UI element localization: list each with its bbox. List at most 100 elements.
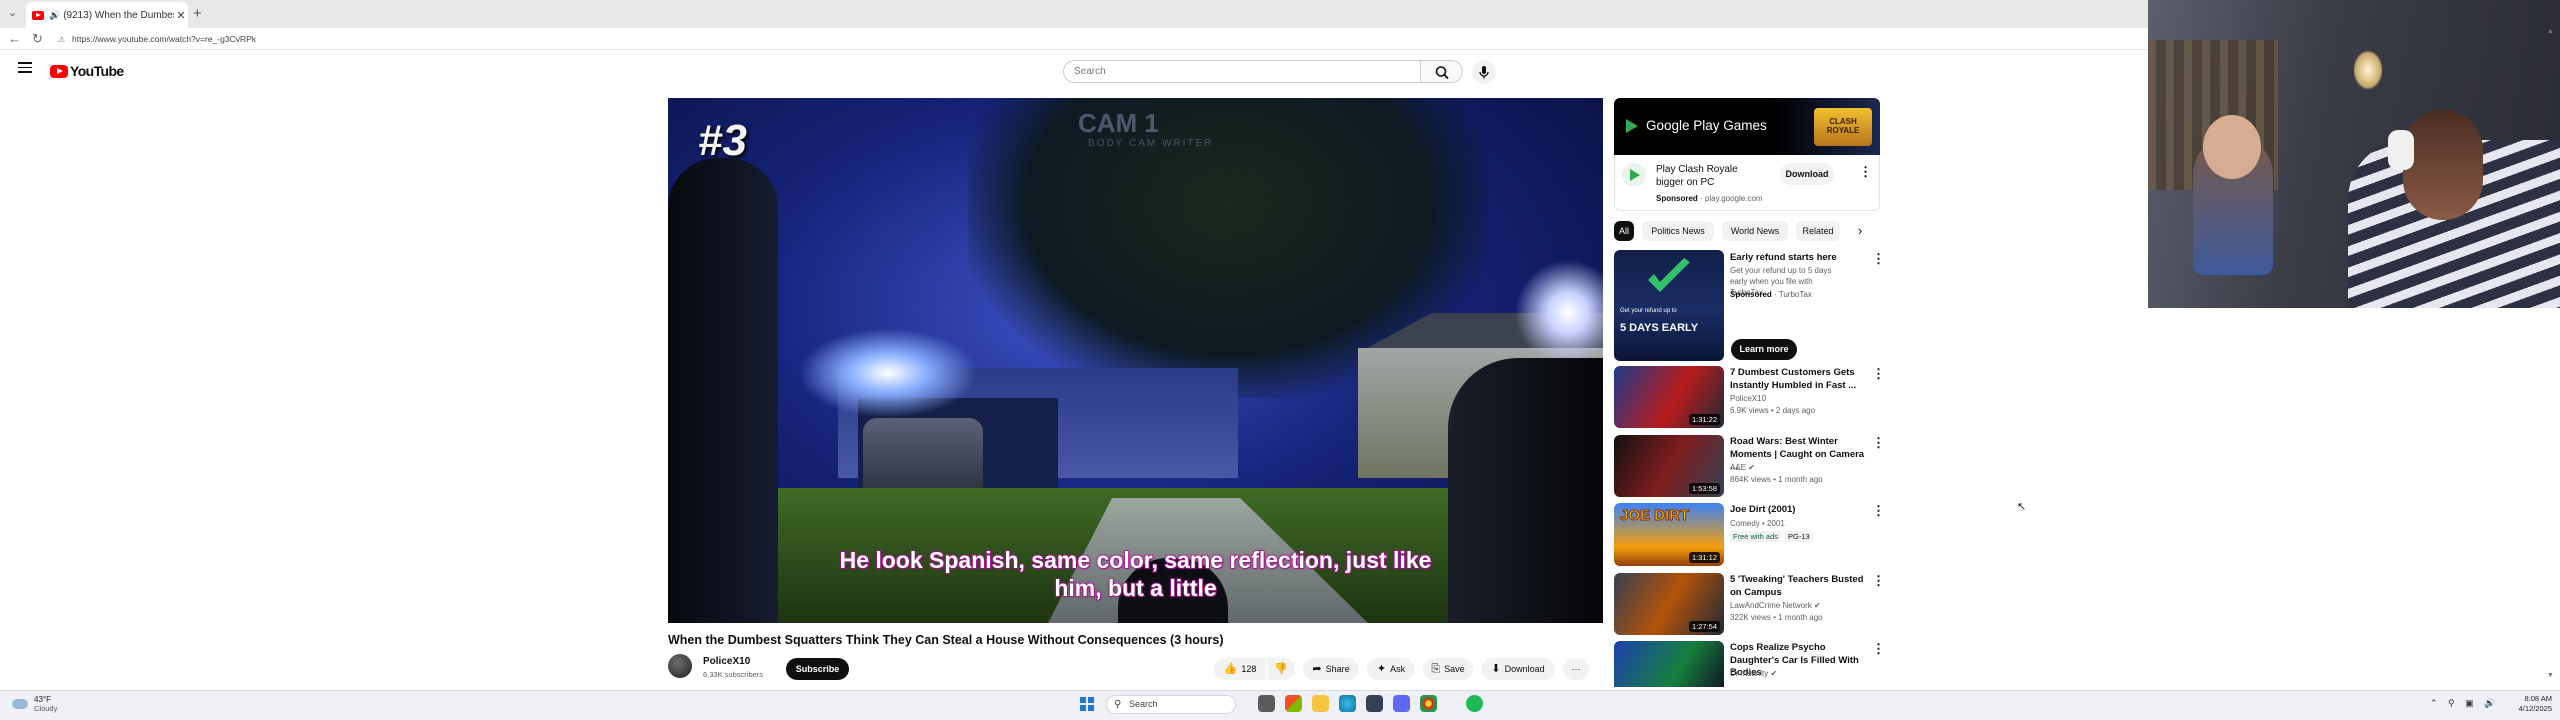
like-button[interactable]: 👍 128: [1214, 658, 1266, 680]
chevron-right-icon[interactable]: ›: [1858, 223, 1862, 238]
download-button[interactable]: ⬇ Download: [1481, 658, 1555, 680]
kebab-icon[interactable]: ⋮: [1859, 165, 1872, 178]
subscribe-button[interactable]: Subscribe: [786, 658, 849, 680]
spotify-icon[interactable]: [1466, 695, 1483, 712]
share-button[interactable]: ➦ Share: [1303, 658, 1359, 680]
kebab-icon[interactable]: ⋮: [1872, 367, 1885, 380]
channel-name[interactable]: PoliceX10: [703, 656, 750, 667]
discord-icon[interactable]: [1393, 695, 1410, 712]
recommended-video-title[interactable]: Joe Dirt (2001): [1730, 504, 1870, 517]
speaker-icon: 🔊: [49, 9, 61, 20]
ad-advertiser-icon: [1622, 163, 1646, 187]
joe-dirt-thumb-text: JOE DIRT: [1619, 507, 1690, 525]
promo-thumbnail[interactable]: Get your refund up to 5 DAYS EARLY: [1614, 250, 1724, 361]
video-duration: 1:31:12: [1688, 552, 1720, 563]
tab-title: (9213) When the Dumbest S...: [63, 9, 174, 21]
ask-button[interactable]: ✦ Ask: [1367, 658, 1415, 680]
search-button[interactable]: [1421, 60, 1463, 83]
ad-download-button[interactable]: Download: [1780, 163, 1834, 185]
recommended-video-channel[interactable]: A&E ✔: [1730, 462, 1755, 473]
kebab-icon[interactable]: ⋮: [1872, 436, 1885, 449]
url-field[interactable]: ⚠ https://www.youtube.com/watch?v=re_-g3…: [56, 32, 2136, 47]
search-icon: ⚲: [1114, 699, 1122, 710]
more-icon: ⋯: [1571, 664, 1581, 674]
site-info-icon[interactable]: ⚠: [58, 32, 65, 47]
caption-line-1: He look Spanish, same color, same reflec…: [839, 546, 1432, 573]
recommended-video-channel[interactable]: PoliceX10: [1730, 393, 1766, 404]
menu-icon[interactable]: [18, 62, 32, 73]
download-label: Download: [1504, 664, 1545, 674]
new-tab-button[interactable]: +: [193, 5, 202, 22]
back-arrow-icon[interactable]: ←: [8, 31, 21, 46]
ad-banner[interactable]: Google Play Games CLASH ROYALE: [1614, 98, 1880, 155]
task-view-icon[interactable]: [1258, 695, 1275, 712]
search-icon: [1435, 66, 1449, 80]
scrollbar-down-arrow[interactable]: ▼: [2547, 672, 2554, 679]
channel-avatar[interactable]: [668, 654, 692, 678]
video-thumbnail[interactable]: JOE DIRT 1:31:12: [1614, 503, 1724, 566]
learn-more-button[interactable]: Learn more: [1731, 339, 1797, 360]
chip-all[interactable]: All: [1614, 221, 1634, 241]
windows-taskbar: [0, 690, 2560, 720]
video-thumbnail[interactable]: 1:27:54: [1614, 573, 1724, 635]
chip-related[interactable]: Related: [1796, 221, 1840, 241]
promo-thumb-text-1: Get your refund up to: [1620, 308, 1677, 314]
ad-title[interactable]: Play Clash Royale bigger on PC: [1656, 163, 1748, 189]
caption-line-2: him, but a little: [1054, 574, 1218, 601]
turbotax-check-icon: [1648, 258, 1690, 292]
scrollbar-up-arrow[interactable]: ▲: [2547, 28, 2554, 35]
taskbar-search[interactable]: ⚲ Search: [1106, 695, 1236, 714]
video-caption: He look Spanish, same color, same reflec…: [668, 546, 1603, 602]
recommended-video-channel[interactable]: Dr Insanity ✔: [1730, 668, 1777, 679]
windows-start-icon[interactable]: [1080, 697, 1094, 711]
file-explorer-icon[interactable]: [1312, 695, 1329, 712]
chip-politics-news[interactable]: Politics News: [1642, 221, 1714, 241]
search-input[interactable]: Search: [1063, 60, 1421, 83]
chip-world-news[interactable]: World News: [1722, 221, 1788, 241]
kebab-icon[interactable]: ⋮: [1872, 252, 1885, 265]
browser-tab-strip: ⌄ 🔊 (9213) When the Dumbest S... ✕ +: [0, 0, 2148, 28]
video-player[interactable]: CAM 1 BODY CAM WRITER #3 He look Spanish…: [668, 98, 1603, 623]
webcam-lamp: [2353, 50, 2383, 90]
episode-number: #3: [698, 116, 747, 165]
promo-advertiser: TurboTax: [1778, 290, 1812, 299]
ad-sponsored-label: Sponsored: [1656, 194, 1698, 203]
weather-widget[interactable]: 43°F Cloudy: [12, 695, 57, 713]
verified-icon: ✔: [1748, 463, 1755, 472]
google-play-games-label: Google Play Games: [1626, 118, 1767, 133]
dislike-button[interactable]: 👎: [1267, 658, 1295, 680]
browser-tab-youtube[interactable]: 🔊 (9213) When the Dumbest S... ✕: [26, 2, 188, 28]
address-bar-row: ← ↻ ⚠ https://www.youtube.com/watch?v=re…: [0, 28, 2148, 50]
voice-search-button[interactable]: [1472, 60, 1496, 84]
more-actions-button[interactable]: ⋯: [1563, 658, 1589, 680]
video-thumbnail[interactable]: 1:31:22: [1614, 366, 1724, 428]
verified-icon: ✔: [1770, 669, 1778, 678]
taskbar-clock[interactable]: 8:08 AM 4/12/2025: [2502, 694, 2552, 714]
copilot-icon[interactable]: [1285, 695, 1302, 712]
video-thumbnail[interactable]: [1614, 641, 1724, 687]
recommended-video-channel[interactable]: LawAndCrime Network ✔: [1730, 600, 1821, 611]
chrome-icon[interactable]: [1420, 695, 1437, 712]
promo-title[interactable]: Early refund starts here: [1730, 252, 1870, 265]
share-icon: ➦: [1312, 663, 1322, 675]
recommended-video-title[interactable]: 7 Dumbest Customers Gets Instantly Humbl…: [1730, 367, 1870, 392]
kebab-icon[interactable]: ⋮: [1872, 642, 1885, 655]
mic-icon: [1479, 66, 1489, 79]
system-tray-icons[interactable]: ⌃ ⚲ ▣ 🔊: [2430, 698, 2499, 709]
sparkle-icon: ✦: [1376, 663, 1387, 675]
save-button[interactable]: ⎘ Save: [1423, 658, 1473, 680]
promo-sponsored-label: Sponsored: [1730, 290, 1772, 299]
recommended-video-channel: Comedy • 2001: [1730, 519, 1785, 528]
reload-icon[interactable]: ↻: [32, 31, 43, 47]
bodycam-watermark: CAM 1: [1078, 108, 1159, 138]
tab-list-chevron-icon[interactable]: ⌄: [8, 6, 17, 19]
mouse-cursor-icon: ↖: [2017, 501, 2027, 513]
kebab-icon[interactable]: ⋮: [1872, 574, 1885, 587]
recommended-video-title[interactable]: 5 'Tweaking' Teachers Busted on Campus: [1730, 574, 1870, 599]
edge-icon[interactable]: [1339, 695, 1356, 712]
kebab-icon[interactable]: ⋮: [1872, 504, 1885, 517]
video-thumbnail[interactable]: 1:53:58: [1614, 435, 1724, 497]
close-tab-icon[interactable]: ✕: [174, 9, 188, 22]
youtube-logo[interactable]: YouTube: [50, 63, 124, 79]
store-icon[interactable]: [1366, 695, 1383, 712]
